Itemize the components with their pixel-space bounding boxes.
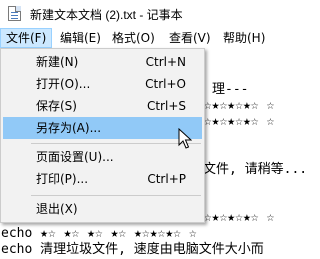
menu-item-exit[interactable]: 退出(X) (3, 198, 202, 220)
menu-item-label: 另存为(A)... (36, 121, 102, 135)
menu-item-page-setup[interactable]: 页面设置(U)... (3, 146, 202, 168)
menu-edit[interactable]: 编辑(E) (55, 28, 106, 48)
menu-item-save-as[interactable]: 另存为(A)... (3, 117, 202, 139)
menu-item-label: 保存(S) (36, 99, 77, 113)
window-title: 新建文本文档 (2).txt - 记事本 (30, 8, 183, 22)
title-bar: 新建文本文档 (2).txt - 记事本 (0, 0, 308, 28)
menu-item-save[interactable]: 保存(S) Ctrl+S (3, 95, 202, 117)
menu-item-label: 打开(O)... (36, 77, 91, 91)
menu-item-new[interactable]: 新建(N) Ctrl+N (3, 51, 202, 73)
menu-format[interactable]: 格式(O) (107, 28, 160, 48)
editor-line: ★☆★☆★☆★☆ ☆ (196, 210, 275, 225)
menu-view[interactable]: 查看(V) (164, 28, 216, 48)
file-dropdown-menu: 新建(N) Ctrl+N 打开(O)... Ctrl+O 保存(S) Ctrl+… (0, 48, 205, 223)
menu-item-shortcut: Ctrl+O (145, 77, 186, 91)
editor-line: echo ★☆ ★☆ ★☆ ★☆ ★☆★☆★☆ ☆ (1, 226, 197, 241)
editor-line: ★☆★☆★☆★☆ ☆ (196, 114, 275, 129)
menu-bar: 文件(F) 编辑(E) 格式(O) 查看(V) 帮助(H) (0, 28, 308, 48)
menu-item-print[interactable]: 打印(P)... Ctrl+P (3, 168, 202, 190)
menu-separator (31, 143, 201, 144)
editor-line: ★☆★☆★☆★☆ ☆ (196, 98, 275, 113)
menu-item-label: 打印(P)... (36, 172, 89, 186)
menu-item-label: 页面设置(U)... (36, 150, 114, 164)
editor-line: echo 清理垃圾文件, 速度由电脑文件大小而 (1, 242, 264, 257)
menu-help[interactable]: 帮助(H) (218, 28, 270, 48)
menu-item-label: 新建(N) (36, 55, 79, 69)
menu-file[interactable]: 文件(F) (0, 28, 53, 48)
notepad-icon (8, 6, 21, 21)
menu-item-shortcut: Ctrl+S (146, 99, 186, 113)
editor-line: 文件, 请稍等... (203, 162, 308, 177)
mouse-pointer-icon (178, 128, 192, 149)
menu-item-label: 退出(X) (36, 202, 78, 216)
editor-line: 理--- (212, 82, 249, 97)
menu-item-open[interactable]: 打开(O)... Ctrl+O (3, 73, 202, 95)
menu-separator (31, 195, 201, 196)
menu-item-shortcut: Ctrl+N (145, 55, 186, 69)
menu-item-shortcut: Ctrl+P (147, 172, 186, 186)
